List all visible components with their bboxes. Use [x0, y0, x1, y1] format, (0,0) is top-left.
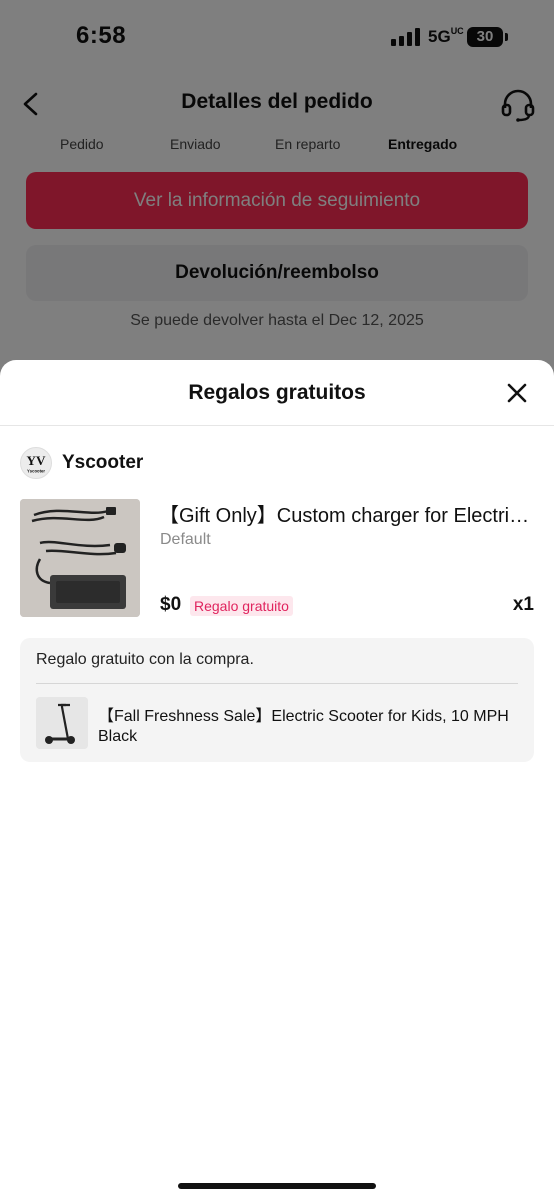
scooter-image[interactable] — [36, 697, 88, 749]
gift-product-quantity: x1 — [512, 594, 534, 615]
sheet-title: Regalos gratuitos — [188, 381, 366, 404]
gift-with-purchase-box: Regalo gratuito con la compra. 【Fall Fre… — [20, 638, 534, 762]
sheet-header: Regalos gratuitos — [0, 360, 554, 426]
svg-text:Yscooter: Yscooter — [27, 468, 45, 473]
product-image — [20, 499, 140, 617]
shop-logo: YV Yscooter — [20, 447, 52, 479]
shop-name: Yscooter — [62, 452, 144, 473]
divider — [36, 683, 518, 684]
gift-product-row[interactable]: 【Gift Only】Custom charger for Electric S… — [20, 499, 534, 619]
home-indicator[interactable] — [178, 1183, 376, 1189]
free-gifts-sheet: Regalos gratuitos YV Yscooter Yscooter 【… — [0, 360, 554, 1200]
shop-row[interactable]: YV Yscooter Yscooter — [20, 447, 320, 479]
svg-text:YV: YV — [27, 453, 46, 468]
gift-product-title: 【Gift Only】Custom charger for Electric S… — [159, 505, 533, 527]
gift-with-purchase-label: Regalo gratuito con la compra. — [36, 651, 254, 668]
purchased-product-variant: Black — [98, 728, 138, 745]
free-gift-badge: Regalo gratuito — [190, 596, 293, 616]
gift-product-variant: Default — [160, 531, 211, 548]
close-icon[interactable] — [506, 382, 528, 404]
gift-product-price: $0 — [160, 594, 182, 615]
purchased-product-title[interactable]: 【Fall Freshness Sale】Electric Scooter fo… — [98, 702, 518, 726]
